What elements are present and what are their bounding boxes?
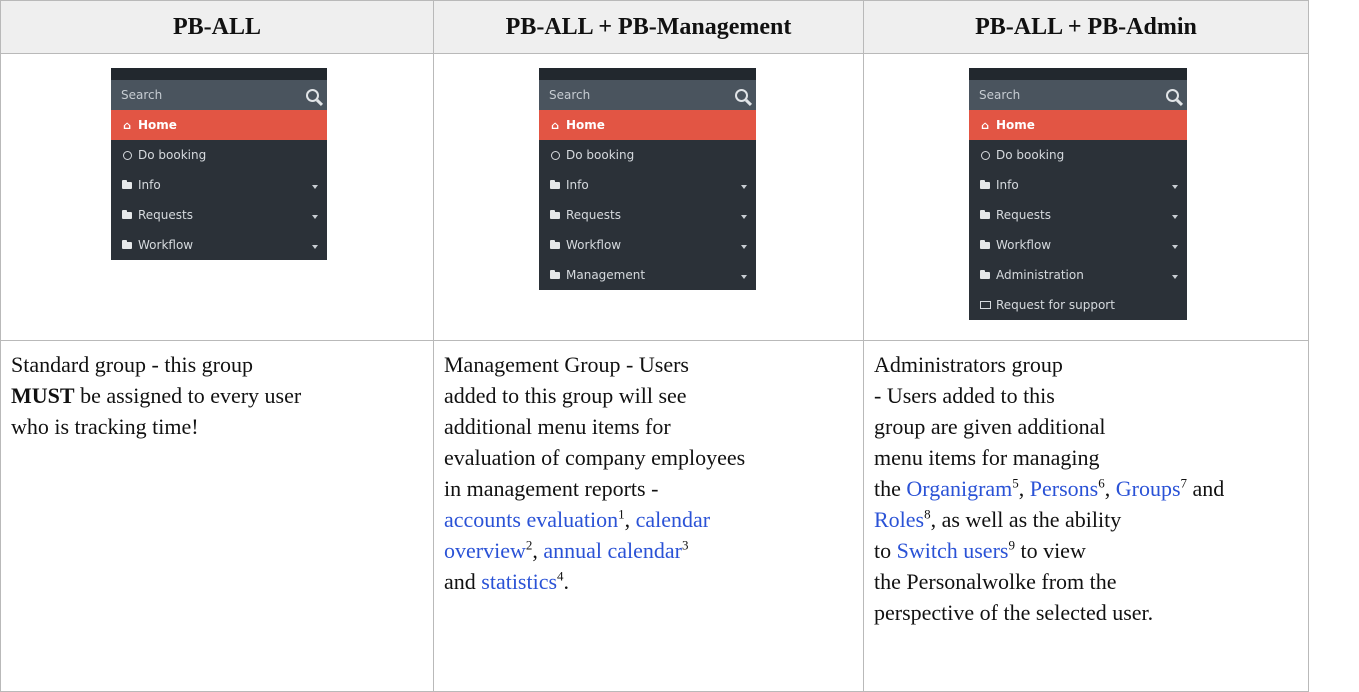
header-pb-management: PB-ALL + PB-Management <box>433 0 864 54</box>
menu-item-home[interactable]: ⌂ Home <box>111 110 327 140</box>
link-annual-calendar[interactable]: annual calendar <box>543 538 682 563</box>
chevron-down-icon <box>741 215 747 219</box>
home-icon: ⌂ <box>981 118 989 132</box>
chevron-down-icon <box>312 185 318 189</box>
menu-item-label: Home <box>996 118 1035 132</box>
menu-item-label: Workflow <box>138 238 194 252</box>
menu-screenshot-management: Search ⌂ Home Do booking Info Requests Workflo… <box>539 68 756 290</box>
menu-item-workflow[interactable]: Workflow <box>539 230 756 260</box>
link-switch-users[interactable]: Switch users <box>897 538 1009 563</box>
clock-icon <box>979 150 991 160</box>
desc-management: Management Group - Users added to this g… <box>433 340 864 692</box>
menu-item-label: Request for support <box>996 298 1115 312</box>
menu-item-info[interactable]: Info <box>969 170 1187 200</box>
desc-admin: Administrators group - Users added to th… <box>863 340 1309 692</box>
header-pb-all: PB-ALL <box>0 0 434 54</box>
menu-item-label: Info <box>138 178 161 192</box>
menu-item-administration[interactable]: Administration <box>969 260 1187 290</box>
link-statistics[interactable]: statistics <box>481 569 557 594</box>
search-icon[interactable] <box>306 88 319 102</box>
search-icon[interactable] <box>735 88 748 102</box>
menu-item-workflow[interactable]: Workflow <box>969 230 1187 260</box>
menu-topbar <box>111 68 327 80</box>
folder-icon <box>121 209 133 219</box>
menu-item-do-booking[interactable]: Do booking <box>111 140 327 170</box>
menu-item-label: Home <box>138 118 177 132</box>
menu-item-label: Workflow <box>566 238 622 252</box>
menu-item-label: Requests <box>566 208 621 222</box>
menu-item-requests[interactable]: Requests <box>539 200 756 230</box>
search-icon[interactable] <box>1166 88 1179 102</box>
menu-item-info[interactable]: Info <box>111 170 327 200</box>
link-persons[interactable]: Persons <box>1030 476 1098 501</box>
menu-item-label: Info <box>566 178 589 192</box>
menu-item-home[interactable]: ⌂ Home <box>969 110 1187 140</box>
menu-item-requests[interactable]: Requests <box>969 200 1187 230</box>
search-placeholder: Search <box>121 88 163 102</box>
folder-icon <box>979 269 991 279</box>
menu-item-label: Home <box>566 118 605 132</box>
monitor-icon <box>979 301 991 309</box>
chevron-down-icon <box>741 275 747 279</box>
home-icon: ⌂ <box>551 118 559 132</box>
folder-icon <box>549 209 561 219</box>
folder-icon <box>549 269 561 279</box>
search-input[interactable]: Search <box>969 80 1187 110</box>
link-roles[interactable]: Roles <box>874 507 924 532</box>
menu-item-label: Do booking <box>996 148 1065 162</box>
menu-item-label: Requests <box>996 208 1051 222</box>
menu-item-label: Do booking <box>566 148 635 162</box>
chevron-down-icon <box>1172 245 1178 249</box>
folder-icon <box>979 179 991 189</box>
link-organigram[interactable]: Organigram <box>906 476 1012 501</box>
menu-screenshot-admin: Search ⌂ Home Do booking Info Requests Workflo… <box>969 68 1187 320</box>
menu-item-label: Requests <box>138 208 193 222</box>
menu-screenshot-all: Search ⌂ Home Do booking Info Requests Workflo… <box>111 68 327 260</box>
folder-icon <box>979 209 991 219</box>
menu-topbar <box>539 68 756 80</box>
menu-item-label: Management <box>566 268 646 282</box>
chevron-down-icon <box>1172 215 1178 219</box>
chevron-down-icon <box>312 215 318 219</box>
search-input[interactable]: Search <box>539 80 756 110</box>
chevron-down-icon <box>1172 275 1178 279</box>
menu-item-label: Info <box>996 178 1019 192</box>
search-input[interactable]: Search <box>111 80 327 110</box>
chevron-down-icon <box>741 185 747 189</box>
home-icon: ⌂ <box>123 118 131 132</box>
header-row: PB-ALL PB-ALL + PB-Management PB-ALL + P… <box>0 0 1309 54</box>
menu-topbar <box>969 68 1187 80</box>
description-row: Standard group - this group MUST be assi… <box>0 340 1309 692</box>
link-groups[interactable]: Groups <box>1116 476 1181 501</box>
link-accounts-evaluation[interactable]: accounts evaluation <box>444 507 618 532</box>
chevron-down-icon <box>1172 185 1178 189</box>
folder-icon <box>979 239 991 249</box>
link-calendar-overview-part1[interactable]: calendar <box>636 507 711 532</box>
folder-icon <box>549 179 561 189</box>
chevron-down-icon <box>312 245 318 249</box>
menu-item-info[interactable]: Info <box>539 170 756 200</box>
chevron-down-icon <box>741 245 747 249</box>
header-pb-admin: PB-ALL + PB-Admin <box>863 0 1309 54</box>
search-placeholder: Search <box>979 88 1021 102</box>
clock-icon <box>549 150 561 160</box>
menu-item-do-booking[interactable]: Do booking <box>539 140 756 170</box>
menu-item-management[interactable]: Management <box>539 260 756 290</box>
must-emphasis: MUST <box>11 383 75 408</box>
menu-item-request-for-support[interactable]: Request for support <box>969 290 1187 320</box>
menu-item-label: Workflow <box>996 238 1052 252</box>
menu-item-home[interactable]: ⌂ Home <box>539 110 756 140</box>
desc-all: Standard group - this group MUST be assi… <box>0 340 434 692</box>
menu-item-workflow[interactable]: Workflow <box>111 230 327 260</box>
folder-icon <box>121 239 133 249</box>
clock-icon <box>121 150 133 160</box>
menu-item-requests[interactable]: Requests <box>111 200 327 230</box>
menu-item-do-booking[interactable]: Do booking <box>969 140 1187 170</box>
link-calendar-overview-part2[interactable]: overview <box>444 538 526 563</box>
folder-icon <box>549 239 561 249</box>
menu-item-label: Do booking <box>138 148 207 162</box>
menu-item-label: Administration <box>996 268 1084 282</box>
search-placeholder: Search <box>549 88 591 102</box>
folder-icon <box>121 179 133 189</box>
